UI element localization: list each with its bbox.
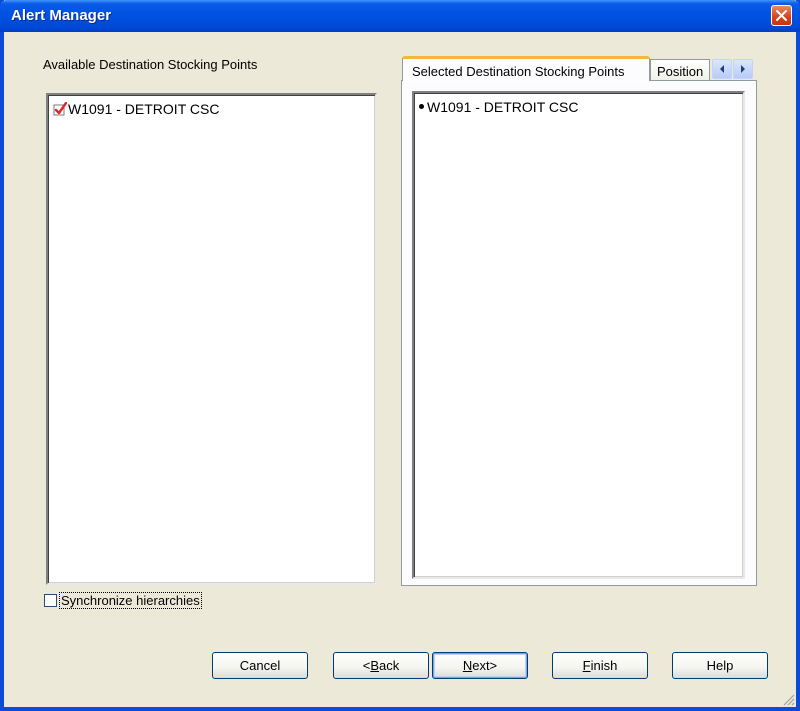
close-icon <box>776 10 787 21</box>
cancel-button-label: Cancel <box>239 658 281 673</box>
available-points-label: Available Destination Stocking Points <box>43 57 258 72</box>
synchronize-checkbox[interactable] <box>44 594 57 607</box>
checkmark-icon[interactable] <box>53 102 67 116</box>
available-points-list[interactable]: W1091 - DETROIT CSC <box>46 93 377 585</box>
tab-selected-points[interactable]: Selected Destination Stocking Points <box>402 56 650 81</box>
tab-scroll-buttons <box>711 59 753 80</box>
finish-button-accel: F <box>582 658 591 673</box>
help-button-label: Help <box>706 658 734 673</box>
next-button-label: ext> <box>472 658 498 673</box>
next-button-accel: N <box>462 658 473 673</box>
tab-position[interactable]: Position <box>650 59 710 81</box>
tab-selected-points-label: Selected Destination Stocking Points <box>412 64 625 79</box>
close-button[interactable] <box>771 5 792 26</box>
resize-grip-icon[interactable] <box>783 694 795 706</box>
list-item-label: W1091 - DETROIT CSC <box>427 99 579 115</box>
list-item[interactable]: W1091 - DETROIT CSC <box>53 101 219 117</box>
chevron-right-icon <box>741 65 745 73</box>
list-item-label: W1091 - DETROIT CSC <box>68 101 220 117</box>
synchronize-label[interactable]: Synchronize hierarchies <box>59 592 202 609</box>
back-button-accel: B <box>370 658 380 673</box>
help-button[interactable]: Help <box>672 652 768 679</box>
back-button-label: ack <box>379 658 400 673</box>
back-button[interactable]: <Back <box>333 652 429 679</box>
finish-button[interactable]: Finish <box>552 652 648 679</box>
tab-scroll-right-button[interactable] <box>733 59 753 79</box>
tab-position-label: Position <box>657 64 704 79</box>
chevron-left-icon <box>720 65 724 73</box>
tab-scroll-left-button[interactable] <box>712 59 732 79</box>
window-title: Alert Manager <box>11 7 112 24</box>
selected-points-list[interactable]: W1091 - DETROIT CSC <box>412 91 745 579</box>
list-item[interactable]: W1091 - DETROIT CSC <box>419 99 578 115</box>
cancel-button[interactable]: Cancel <box>212 652 308 679</box>
title-bar: Alert Manager <box>0 0 800 32</box>
bullet-icon <box>419 104 424 109</box>
finish-button-label: inish <box>590 658 618 673</box>
next-button[interactable]: Next> <box>432 652 528 679</box>
synchronize-hierarchies-row[interactable]: Synchronize hierarchies <box>44 592 202 609</box>
